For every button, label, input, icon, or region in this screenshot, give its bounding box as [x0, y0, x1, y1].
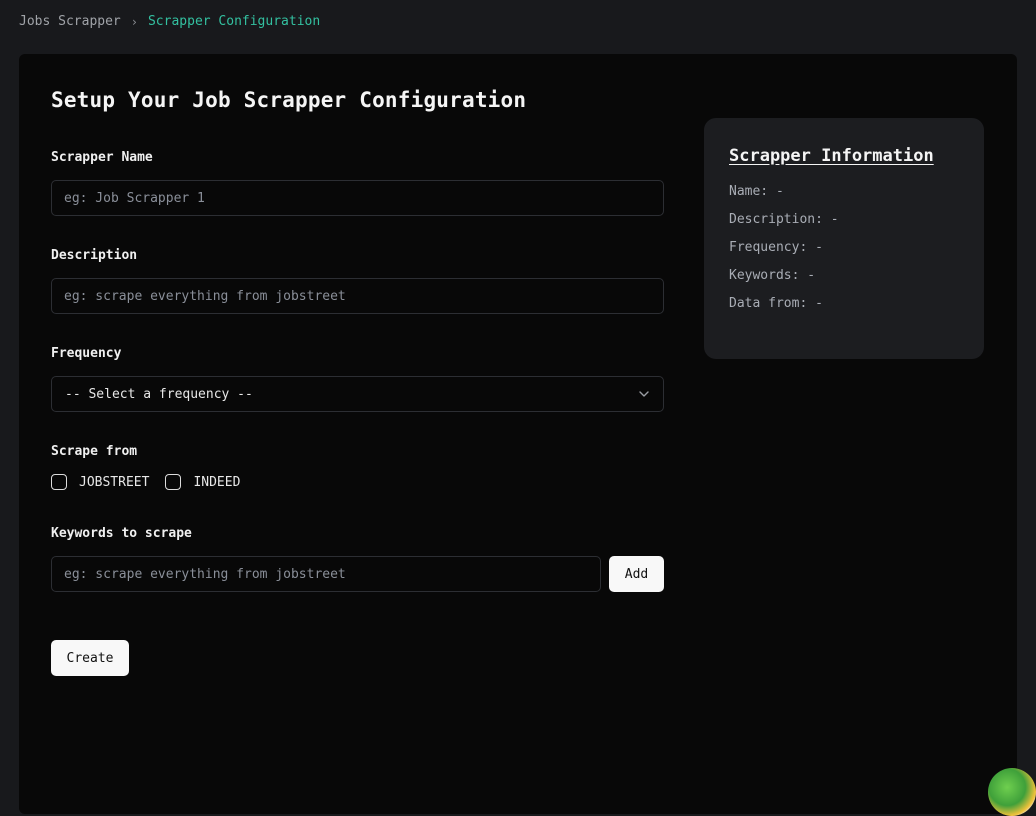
scrapper-information-card: Scrapper Information Name: - Description… — [704, 118, 984, 359]
indeed-label: INDEED — [193, 474, 241, 490]
assistant-avatar-icon[interactable] — [988, 768, 1036, 816]
scrapper-name-input[interactable] — [51, 180, 664, 216]
description-input[interactable] — [51, 278, 664, 314]
info-data-from: Data from: - — [729, 296, 823, 311]
breadcrumb-current: Scrapper Configuration — [147, 14, 321, 29]
scrape-from-options: JOBSTREET INDEED — [51, 474, 256, 490]
jobstreet-checkbox[interactable] — [51, 474, 67, 490]
jobstreet-label: JOBSTREET — [79, 474, 150, 490]
info-description: Description: - — [729, 212, 839, 227]
info-keywords: Keywords: - — [729, 268, 816, 283]
jobstreet-option[interactable]: JOBSTREET — [51, 474, 149, 490]
configuration-panel: Setup Your Job Scrapper Configuration Sc… — [19, 54, 1017, 814]
indeed-option[interactable]: INDEED — [165, 474, 240, 490]
info-name: Name: - — [729, 184, 784, 199]
chevron-down-icon — [639, 391, 649, 397]
scrapper-name-label: Scrapper Name — [51, 150, 153, 165]
info-frequency: Frequency: - — [729, 240, 823, 255]
create-button[interactable]: Create — [51, 640, 129, 676]
info-title: Scrapper Information — [729, 146, 934, 166]
frequency-label: Frequency — [51, 346, 122, 361]
keywords-input[interactable] — [51, 556, 601, 592]
indeed-checkbox[interactable] — [165, 474, 182, 490]
breadcrumb-jobs-scrapper[interactable]: Jobs Scrapper — [19, 14, 121, 29]
scrape-from-label: Scrape from — [51, 444, 138, 459]
add-keyword-button[interactable]: Add — [609, 556, 664, 592]
description-label: Description — [51, 248, 138, 263]
frequency-selected-value: -- Select a frequency -- — [65, 386, 253, 402]
frequency-select[interactable]: -- Select a frequency -- — [51, 376, 664, 412]
page-title: Setup Your Job Scrapper Configuration — [51, 88, 527, 112]
keywords-label: Keywords to scrape — [51, 526, 192, 541]
breadcrumb: Jobs Scrapper › Scrapper Configuration — [19, 14, 320, 29]
chevron-right-icon: › — [130, 14, 138, 29]
